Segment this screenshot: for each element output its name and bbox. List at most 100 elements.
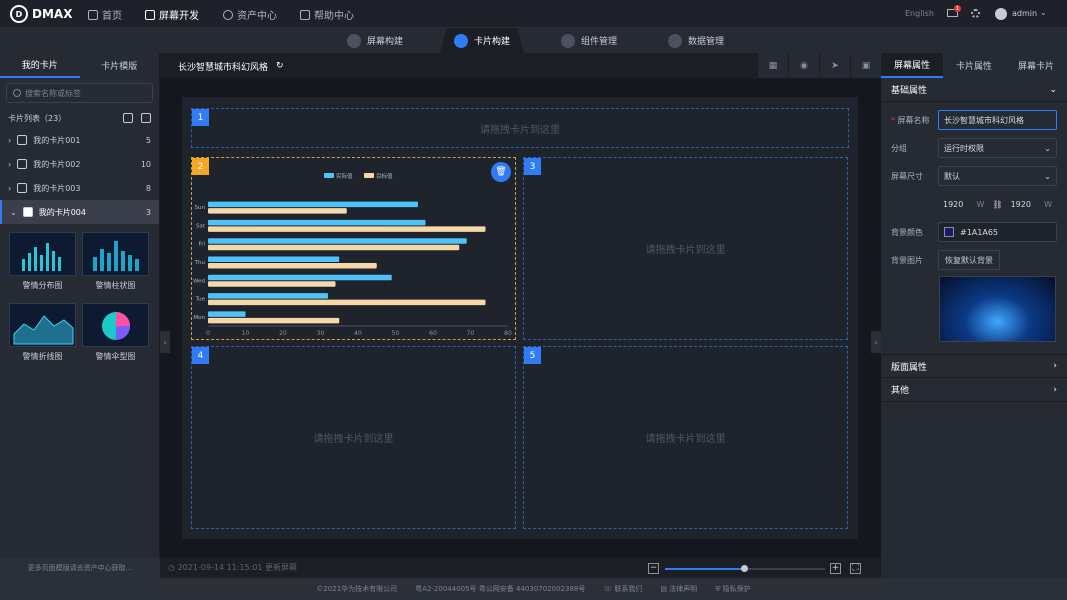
save-icon[interactable]: ▣ [850,53,881,78]
card-thumb[interactable]: 警情伞型图 [82,303,149,362]
nav-assets[interactable]: 资产中心 [223,7,277,22]
bgcolor-picker[interactable]: #1A1A65 [938,222,1057,242]
contact-link[interactable]: ☏ 联系我们 [603,584,642,594]
height-input[interactable]: 1920 W [1006,194,1057,214]
bar [208,263,377,269]
screen-title-tab[interactable]: 长沙智慧城市科幻风格 ↻ [168,55,294,77]
section-basic[interactable]: 基础属性 ⌄ [881,78,1067,102]
add-folder-icon[interactable] [141,113,151,123]
x-tick-label: 30 [317,330,325,337]
icp-record: 粤A2-20044005号 粤公网安备 44030702002388号 [415,585,586,593]
add-card-icon[interactable] [123,113,133,123]
tab-screen-cards[interactable]: 屏幕卡片 [1005,53,1067,78]
collapse-right-icon[interactable]: › [871,331,881,353]
language-switch[interactable]: English [905,9,934,18]
zoom-handle[interactable] [741,565,748,572]
left-panel: 我的卡片 卡片模版 搜索名称或标签 卡片列表（23） › 我的卡片001 5 › 我的… [0,53,160,578]
legend-swatch [364,173,374,178]
refresh-icon[interactable]: ↻ [276,61,284,71]
y-tick-label: Fri [198,242,205,248]
card-slot-3[interactable]: 3 请拖拽卡片到这里 [523,157,848,340]
collapse-left-icon[interactable]: ‹ [160,331,170,353]
legend-swatch [324,173,334,178]
tab-card-props[interactable]: 卡片属性 [943,53,1005,78]
publish-icon[interactable]: ➤ [819,53,850,78]
folder-item[interactable]: › 我的卡片002 10 [0,152,159,176]
avatar[interactable] [995,8,1007,20]
thumb-image [9,303,76,347]
folder-item[interactable]: › 我的卡片001 5 [0,128,159,152]
page-footer: ©2021华为技术有限公司 粤A2-20044005号 粤公网安备 440307… [0,578,1067,600]
privacy-link[interactable]: ⛨ 隐私保护 [715,584,750,594]
tab-screen-props[interactable]: 屏幕属性 [881,53,943,78]
bar [208,293,328,299]
x-tick-label: 40 [354,330,362,337]
card-slot-1[interactable]: 1 请拖拽卡片到这里 [191,108,849,148]
screen-name-input[interactable]: 长沙智慧城市科幻风格 [938,110,1057,130]
card-slot-5[interactable]: 5 请拖拽卡片到这里 [523,346,848,529]
bar [208,256,340,262]
card-thumb[interactable]: 警情分布图 [9,232,76,291]
help-icon [300,9,310,20]
x-tick-label: 0 [206,330,210,337]
card-slot-2[interactable]: 2 🗑 0 10 20 30 40 50 60 70 80 Mon Tue Wed Thu Fri Sat S… [191,157,516,340]
nav-home[interactable]: 首页 [88,7,122,22]
tab-my-cards[interactable]: 我的卡片 [0,53,80,78]
legal-link[interactable]: ▤ 法律声明 [660,584,697,594]
y-tick-label: Sun [195,205,206,211]
user-name[interactable]: admin [1012,9,1037,18]
screen-title: 长沙智慧城市科幻风格 [178,62,269,73]
bar-chart: 0 10 20 30 40 50 60 70 80 Mon Tue Wed Thu Fri Sat Sun 实际… [193,172,512,337]
width-input[interactable]: 1920 W [938,194,989,214]
group-select[interactable]: 运行时权限 ⌄ [938,138,1057,158]
section-other[interactable]: 其他 › [881,378,1067,402]
x-tick-label: 10 [242,330,250,337]
chevron-down-icon[interactable]: ⌄ [1040,8,1047,17]
tab-card-build[interactable]: 卡片构建 [440,28,525,53]
card-thumb[interactable]: 警情柱状图 [82,232,149,291]
right-panel: 屏幕属性 卡片属性 屏幕卡片 基础属性 ⌄ * 屏幕名称 长沙智慧城市科幻风格 分… [881,53,1067,578]
folder-item-selected[interactable]: ⌄ 我的卡片004 3 [0,200,159,224]
folder-icon [17,159,28,169]
settings-icon[interactable] [971,9,980,18]
card-thumb[interactable]: 警情折线图 [9,303,76,362]
name-label: * 屏幕名称 [891,115,930,125]
y-tick-label: Thu [194,260,205,266]
bgimage-label: 背景图片 [891,255,923,265]
zoom-out-button[interactable]: − [648,563,659,574]
reset-bg-button[interactable]: 恢复默认背景 [938,250,1000,270]
section-layout[interactable]: 版面属性 › [881,354,1067,378]
bar [208,281,336,287]
bar [208,311,246,317]
tab-component-mgmt[interactable]: 组件管理 [561,28,617,53]
mail-icon[interactable]: 1 [947,5,961,17]
app-logo[interactable]: D DMAX [10,5,72,23]
fullscreen-icon[interactable]: ⛶ [850,563,861,574]
nav-screen-dev[interactable]: 屏幕开发 [145,7,199,22]
size-select[interactable]: 默认 ⌄ [938,166,1057,186]
bar [208,274,392,281]
bar [208,299,486,306]
chevron-right-icon: › [1053,361,1057,371]
tab-data-mgmt[interactable]: 数据管理 [668,28,724,53]
bgcolor-label: 背景颜色 [891,227,923,237]
template-hint[interactable]: 更多页面模版请去资产中心获取... [0,558,160,578]
zoom-in-button[interactable]: + [830,563,841,574]
layout-icon[interactable]: ▦ [757,53,788,78]
link-icon[interactable]: ⛓ [992,200,1002,209]
tab-card-templates[interactable]: 卡片模版 [80,53,160,78]
bar [208,201,418,208]
bar [208,226,486,232]
bar [208,219,426,226]
chevron-down-icon: ⌄ [1049,84,1057,95]
bg-image-preview[interactable] [939,276,1056,342]
folder-item[interactable]: › 我的卡片003 8 [0,176,159,200]
nav-help[interactable]: 帮助中心 [300,7,354,22]
folder-open-icon [22,207,33,217]
chevron-right-icon: › [8,183,12,193]
preview-icon[interactable]: ◉ [788,53,819,78]
card-slot-4[interactable]: 4 请拖拽卡片到这里 [191,346,516,529]
tab-screen-build[interactable]: 屏幕构建 [347,28,403,53]
top-bar: D DMAX 首页 屏幕开发 资产中心 帮助中心 English 1 admin… [0,0,1067,28]
search-input[interactable]: 搜索名称或标签 [6,83,153,103]
